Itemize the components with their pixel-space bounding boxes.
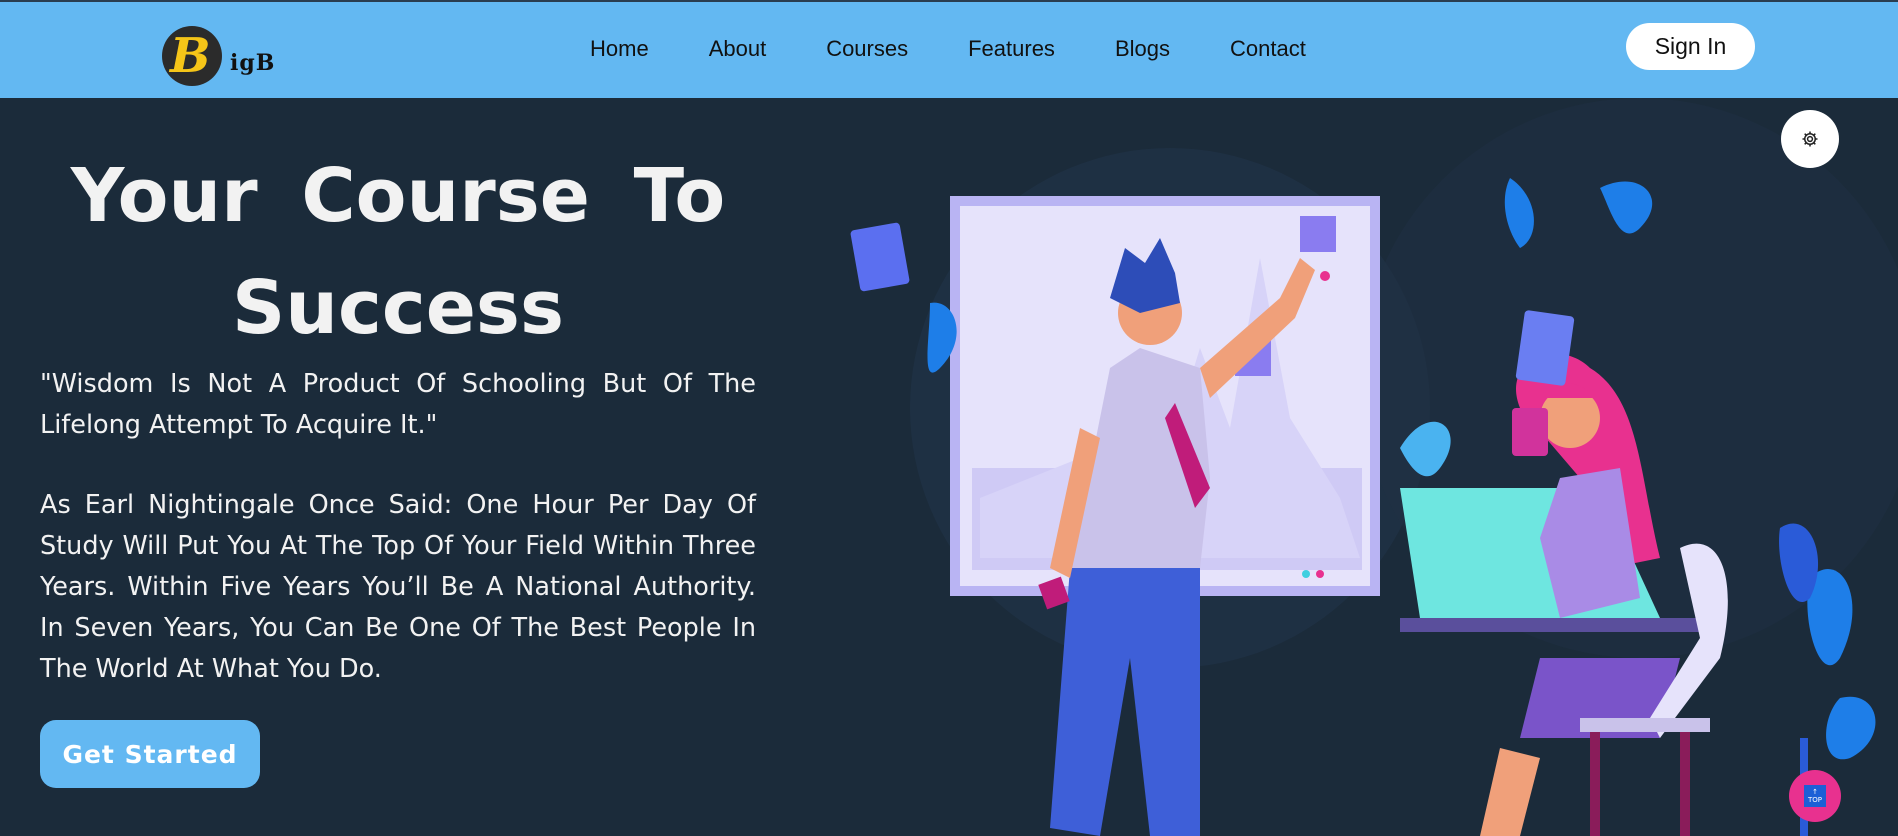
logo-letter: B (170, 28, 211, 84)
site-logo[interactable]: B igB (162, 26, 275, 86)
hero-illustration (850, 98, 1898, 836)
settings-button[interactable] (1781, 110, 1839, 168)
gear-icon (1802, 131, 1818, 147)
hero-title: Your Course To Success (40, 140, 756, 364)
top-navbar: B igB Home About Courses Features Blogs … (0, 0, 1898, 98)
sign-in-button[interactable]: Sign In (1626, 23, 1755, 70)
arrow-up-icon: ↑ TOP (1804, 785, 1826, 807)
nav-about[interactable]: About (709, 36, 767, 62)
main-nav: Home About Courses Features Blogs Contac… (590, 36, 1366, 62)
hero-paragraph: As Earl Nightingale Once Said: One Hour … (40, 490, 756, 684)
hero-title-line-1: Your Course To (70, 153, 726, 239)
scroll-to-top-button[interactable]: ↑ TOP (1789, 770, 1841, 822)
hero-quote: "Wisdom Is Not A Product Of Schooling Bu… (40, 369, 756, 440)
logo-icon: B (162, 26, 222, 86)
hero-title-line-2: Success (232, 265, 564, 351)
top-label: TOP (1807, 796, 1822, 804)
nav-courses[interactable]: Courses (826, 36, 908, 62)
get-started-button[interactable]: Get Started (40, 720, 260, 788)
logo-text: igB (230, 50, 276, 76)
nav-contact[interactable]: Contact (1230, 36, 1306, 62)
nav-features[interactable]: Features (968, 36, 1055, 62)
nav-home[interactable]: Home (590, 36, 649, 62)
nav-blogs[interactable]: Blogs (1115, 36, 1170, 62)
